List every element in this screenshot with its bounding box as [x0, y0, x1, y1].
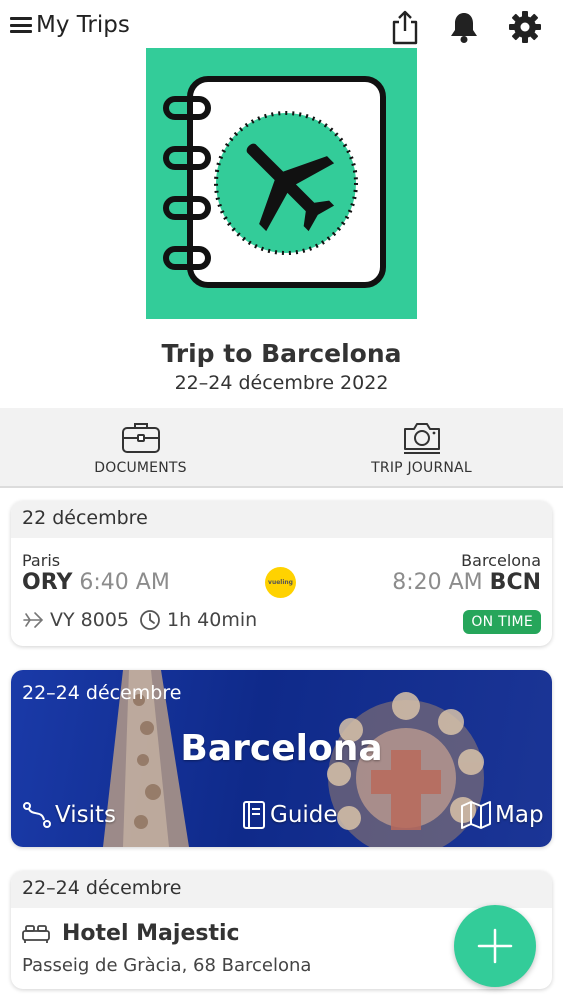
flight-number: VY 8005	[50, 609, 129, 631]
map-icon	[461, 801, 491, 829]
share-button[interactable]	[387, 9, 423, 45]
map-label: Map	[495, 802, 544, 828]
departure: ORY 6:40 AM	[22, 570, 170, 595]
hotel-address: Passeig de Gràcia, 68 Barcelona	[22, 955, 312, 976]
tab-trip-journal-label: TRIP JOURNAL	[371, 460, 472, 476]
notifications-button[interactable]	[446, 9, 482, 45]
tab-documents[interactable]: DOCUMENTS	[0, 408, 281, 486]
hotel-name-row: Hotel Majestic	[22, 921, 240, 946]
book-icon	[243, 801, 265, 829]
bed-icon	[22, 924, 50, 943]
plus-icon	[477, 928, 513, 964]
destination-dates: 22–24 décembre	[22, 682, 182, 704]
bell-icon	[451, 13, 477, 43]
trip-dates: 22–24 décembre 2022	[174, 372, 389, 394]
gear-icon	[509, 11, 541, 43]
camera-icon	[403, 423, 440, 454]
destination-name: Barcelona	[180, 728, 383, 769]
flight-duration: 1h 40min	[167, 609, 258, 631]
flight-meta: VY 8005 1h 40min	[22, 609, 257, 631]
tab-trip-journal[interactable]: TRIP JOURNAL	[281, 408, 562, 486]
hotel-dates: 22–24 décembre	[11, 871, 552, 908]
departure-code: ORY	[22, 570, 73, 595]
arrival-code: BCN	[489, 570, 541, 595]
visits-label: Visits	[55, 802, 116, 828]
hamburger-icon	[10, 17, 32, 33]
flight-card[interactable]: 22 décembre Paris Barcelona ORY 6:40 AM …	[11, 501, 552, 646]
menu-button[interactable]: My Trips	[10, 12, 130, 38]
departure-city: Paris	[22, 551, 61, 570]
arrival-time: 8:20 AM	[392, 570, 483, 595]
flight-date: 22 décembre	[11, 501, 552, 538]
guide-label: Guide	[270, 802, 338, 828]
airline-logo: vueling	[265, 567, 296, 598]
trip-title: Trip to Barcelona	[161, 339, 402, 368]
header-title: My Trips	[36, 12, 130, 38]
share-icon	[392, 10, 418, 45]
departure-time: 6:40 AM	[79, 570, 170, 595]
settings-button[interactable]	[507, 9, 543, 45]
trip-tabs: DOCUMENTS TRIP JOURNAL	[0, 408, 563, 488]
hotel-name: Hotel Majestic	[62, 921, 240, 946]
status-badge: ON TIME	[463, 610, 541, 634]
briefcase-icon	[121, 423, 160, 453]
trip-cover-image[interactable]	[146, 48, 417, 319]
arrival-city: Barcelona	[461, 551, 541, 570]
map-link[interactable]: Map	[460, 800, 544, 830]
airplane-icon	[22, 609, 44, 631]
tab-documents-label: DOCUMENTS	[94, 460, 187, 476]
destination-card[interactable]: 22–24 décembre Barcelona Visits Guide Ma…	[11, 670, 552, 847]
arrival: 8:20 AM BCN	[392, 570, 541, 595]
guide-link[interactable]: Guide	[241, 800, 338, 830]
visits-link[interactable]: Visits	[22, 800, 116, 830]
notebook-airplane-icon	[163, 76, 386, 288]
clock-icon	[139, 609, 161, 631]
route-icon	[23, 802, 51, 828]
add-button[interactable]	[454, 905, 536, 987]
